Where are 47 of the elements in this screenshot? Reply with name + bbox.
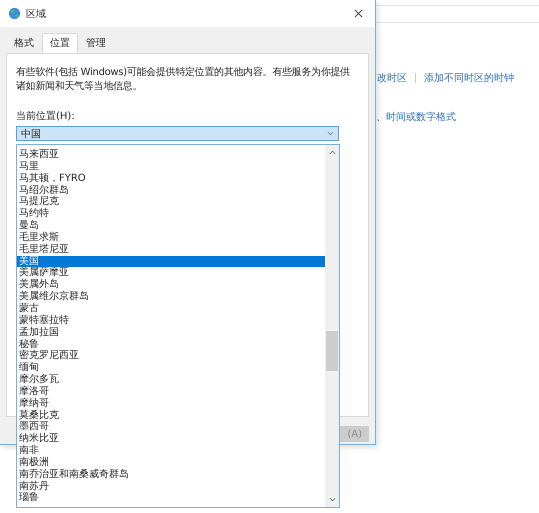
list-item[interactable]: 马绍尔群岛 [17, 184, 325, 196]
list-item[interactable]: 马里 [17, 160, 325, 173]
list-item[interactable]: 曼岛 [17, 220, 325, 232]
scroll-up-icon[interactable] [328, 150, 336, 155]
list-item[interactable]: 秘鲁 [17, 338, 325, 350]
list-item[interactable]: 马提尼克 [17, 196, 325, 208]
description-text: 有些软件(包括 Windows)可能会提供特定位置的其他内容。有些服务为你提供诸如新闻和天气等当地信息。 [16, 66, 351, 94]
scrollbar[interactable] [325, 145, 339, 507]
list-item[interactable]: 毛里塔尼亚 [17, 244, 325, 256]
list-item[interactable]: 南苏丹 [17, 480, 325, 492]
tab[interactable]: 位置 [42, 33, 78, 53]
list-item[interactable]: 马约特 [17, 208, 325, 220]
list-item[interactable]: 南极洲 [17, 456, 325, 469]
list-item[interactable]: 孟加拉国 [17, 326, 325, 338]
list-item[interactable]: 美属维尔京群岛 [17, 291, 325, 303]
list-item[interactable]: 马来西亚 [17, 149, 325, 161]
list-item[interactable]: 缅甸 [17, 362, 325, 374]
list-item[interactable]: 马其顿，FYRO [17, 172, 325, 185]
list-item[interactable]: 纳米比亚 [17, 433, 325, 446]
location-dropdown[interactable]: 中国 [16, 126, 339, 141]
settings-link[interactable]: 添加不同时区的时钟 [424, 71, 514, 85]
list-item[interactable]: 南非 [17, 445, 325, 457]
list-item[interactable]: 蒙古 [17, 302, 325, 315]
globe-icon [8, 7, 21, 20]
list-item[interactable]: 瑙鲁 [17, 492, 325, 504]
list-item[interactable]: 密克罗尼西亚 [17, 350, 325, 362]
list-item[interactable]: 蒙特塞拉特 [17, 314, 325, 327]
window-title: 区域 [26, 8, 46, 20]
list-item[interactable]: 摩纳哥 [17, 398, 325, 410]
scroll-down-icon[interactable] [328, 497, 336, 502]
list-item[interactable]: 美属外岛 [17, 279, 325, 292]
tab[interactable]: 管理 [78, 33, 114, 53]
list-item[interactable]: 美属萨摩亚 [17, 267, 325, 280]
list-item[interactable]: 摩尔多瓦 [17, 374, 325, 386]
list-item[interactable]: 南乔治亚和南桑威奇群岛 [17, 468, 325, 481]
list-item[interactable]: 莫桑比克 [17, 410, 325, 422]
list-item[interactable]: 摩洛哥 [17, 386, 325, 398]
settings-link[interactable]: 、时间或数字格式 [376, 110, 456, 124]
tab[interactable]: 格式 [6, 33, 42, 53]
list-item[interactable]: 墨西哥 [17, 421, 325, 434]
chevron-down-icon [327, 131, 334, 136]
settings-link[interactable]: 改时区 [377, 71, 407, 85]
list-item[interactable]: 毛里求斯 [17, 232, 325, 244]
list-item[interactable]: 美国 [17, 256, 325, 268]
scroll-thumb[interactable] [326, 331, 338, 371]
location-label: 当前位置(H): [16, 110, 76, 123]
close-icon[interactable] [354, 9, 363, 18]
